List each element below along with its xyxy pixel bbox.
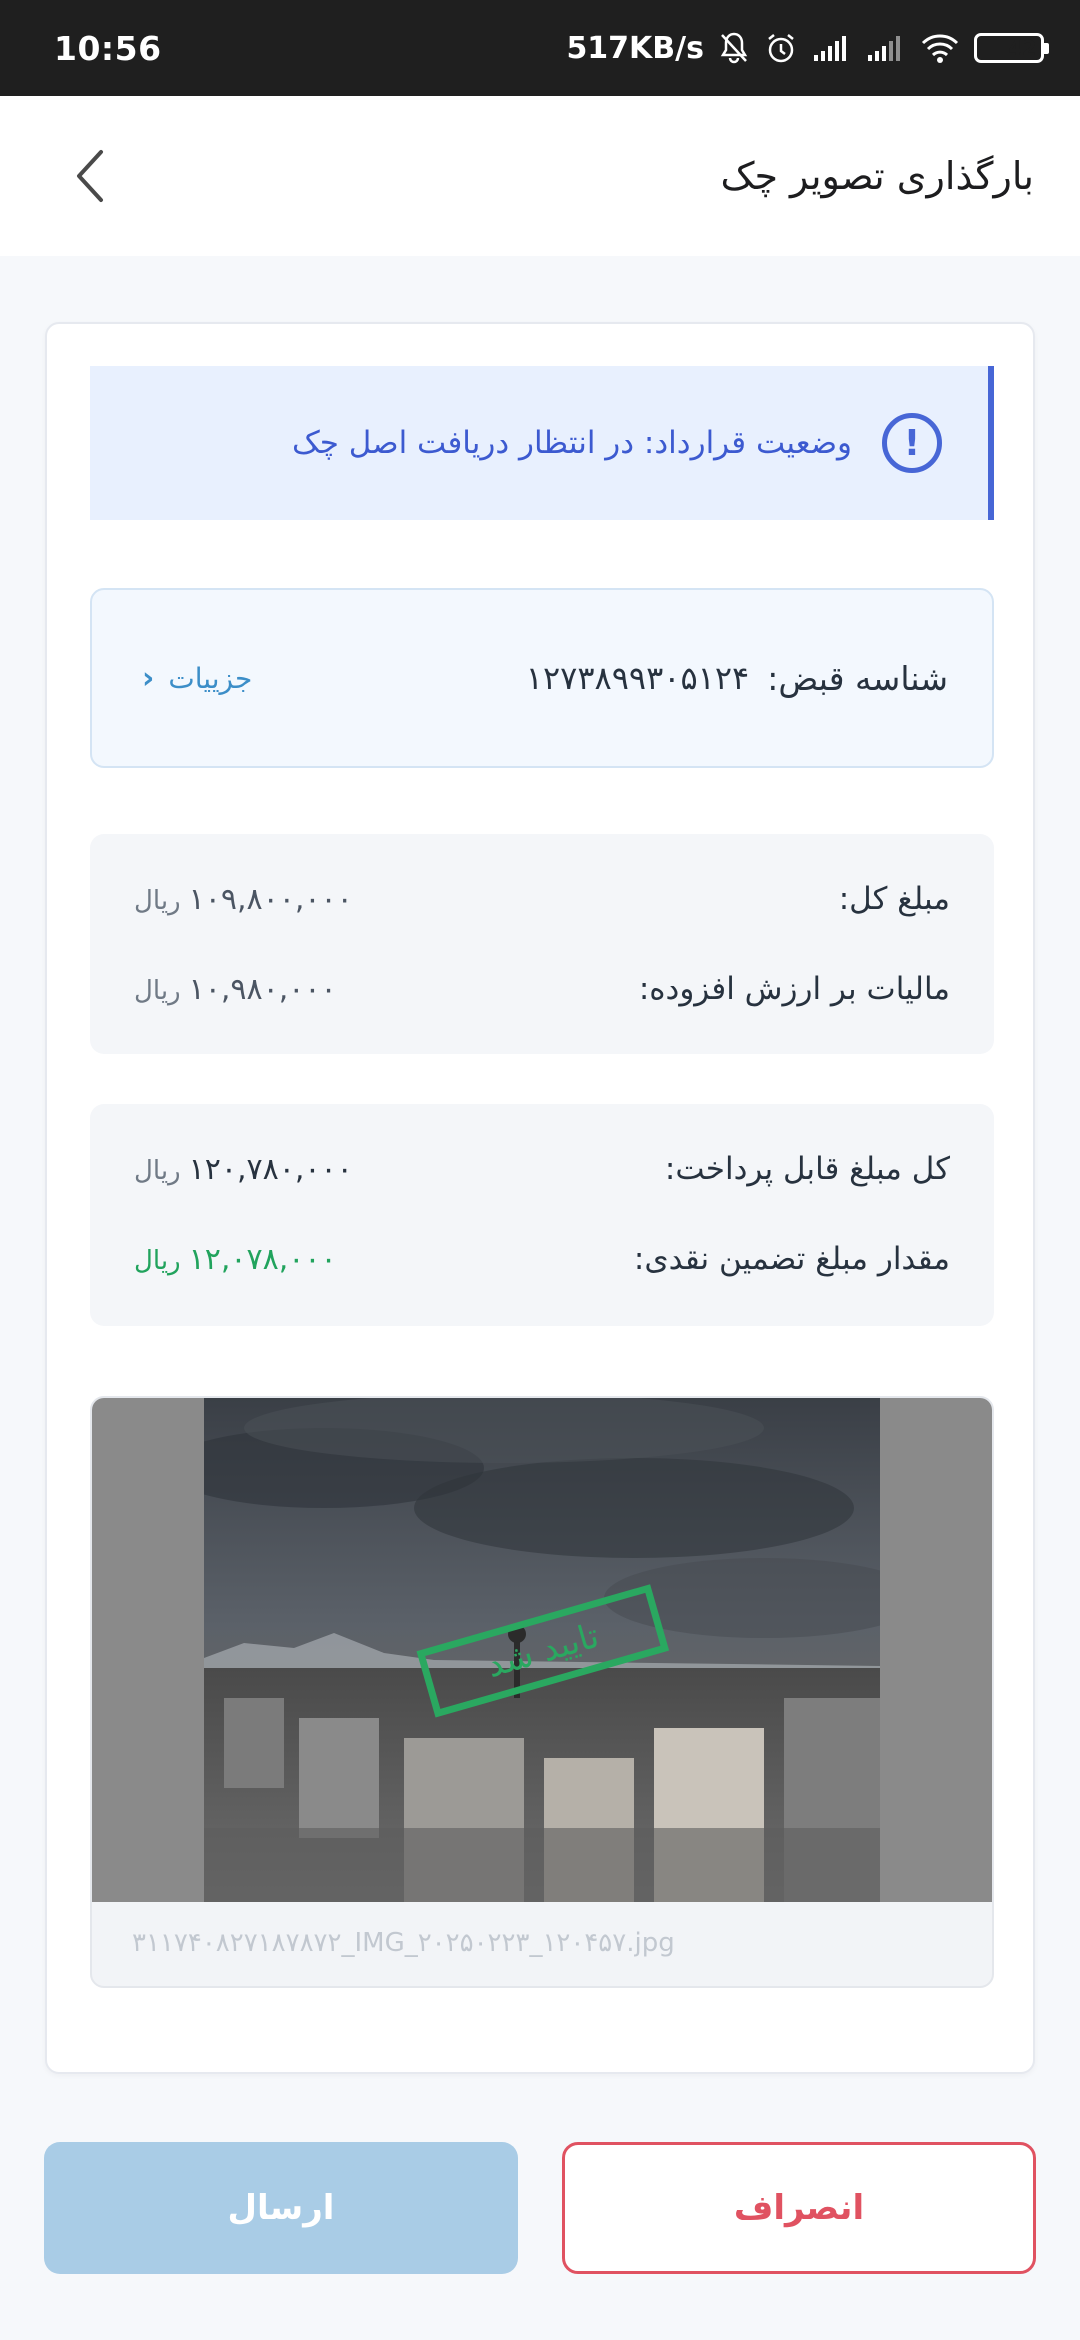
send-button[interactable]: ارسال (44, 2142, 518, 2274)
battery-icon: 42 (974, 33, 1049, 63)
signal-icon-2 (866, 33, 906, 63)
payable-row: ریال ۱۲۰,۷۸۰,۰۰۰ کل مبلغ قابل پرداخت: (134, 1124, 950, 1214)
check-image: تایید شد (204, 1398, 880, 1902)
details-link[interactable]: › جزییات (142, 661, 252, 696)
contract-status-text: وضعیت قرارداد: در انتظار دریافت اصل چک (292, 425, 852, 461)
payable-number: ۱۲۰,۷۸۰,۰۰۰ (188, 1151, 353, 1187)
currency-unit: ریال (134, 885, 181, 916)
currency-unit: ریال (134, 1155, 181, 1186)
details-label: جزییات (168, 661, 253, 695)
contract-status-banner: ! وضعیت قرارداد: در انتظار دریافت اصل چک (90, 366, 994, 520)
guarantee-label: مقدار مبلغ تضمین نقدی: (633, 1241, 950, 1277)
currency-unit: ریال (134, 1245, 181, 1276)
main-card: ! وضعیت قرارداد: در انتظار دریافت اصل چک… (45, 322, 1035, 2074)
signal-icon (812, 33, 852, 63)
payable-label: کل مبلغ قابل پرداخت: (664, 1151, 950, 1187)
payable-value: ریال ۱۲۰,۷۸۰,۰۰۰ (134, 1152, 353, 1187)
image-preview[interactable]: تایید شد (92, 1398, 992, 1902)
receipt-id-label: شناسه قبض: (767, 658, 948, 698)
guarantee-row: ریال ۱۲,۰۷۸,۰۰۰ مقدار مبلغ تضمین نقدی: (134, 1214, 950, 1304)
guarantee-value: ریال ۱۲,۰۷۸,۰۰۰ (134, 1242, 337, 1277)
summary-box: ریال ۱۰۹,۸۰۰,۰۰۰ مبلغ کل: ریال ۱۰,۹۸۰,۰۰… (90, 834, 994, 1054)
currency-unit: ریال (134, 975, 181, 1006)
total-amount-number: ۱۰۹,۸۰۰,۰۰۰ (188, 881, 353, 917)
alarm-icon (764, 31, 798, 65)
chevron-right-icon: › (142, 660, 155, 696)
app-header: بارگذاری تصویر چک (0, 96, 1080, 256)
receipt-id-box: › جزییات شناسه قبض: ۱۲۷۳۸۹۹۳۰۵۱۲۴ (90, 588, 994, 768)
uploaded-image-box: تایید شد ۳۱۱۷۴۰۸۲۷۱۸۷۸۷۲_IMG_۲۰۲۵۰۲۲۳_۱۲… (90, 1396, 994, 1988)
total-amount-value: ریال ۱۰۹,۸۰۰,۰۰۰ (134, 882, 353, 917)
chevron-left-icon (77, 150, 103, 202)
info-icon: ! (882, 413, 942, 473)
receipt-id: شناسه قبض: ۱۲۷۳۸۹۹۳۰۵۱۲۴ (526, 659, 948, 698)
file-name: ۳۱۱۷۴۰۸۲۷۱۸۷۸۷۲_IMG_۲۰۲۵۰۲۲۳_۱۲۰۴۵۷.jpg (132, 1928, 675, 1958)
payment-box: ریال ۱۲۰,۷۸۰,۰۰۰ کل مبلغ قابل پرداخت: ری… (90, 1104, 994, 1326)
cancel-button[interactable]: انصراف (562, 2142, 1036, 2274)
guarantee-number: ۱۲,۰۷۸,۰۰۰ (188, 1241, 337, 1277)
total-amount-row: ریال ۱۰۹,۸۰۰,۰۰۰ مبلغ کل: (134, 854, 950, 944)
network-speed: 517KB/s (566, 30, 704, 66)
back-button[interactable] (66, 146, 114, 206)
status-time: 10:56 (54, 28, 162, 68)
wifi-icon (920, 32, 960, 64)
battery-level: 42 (1008, 36, 1037, 60)
vat-row: ریال ۱۰,۹۸۰,۰۰۰ مالیات بر ارزش افزوده: (134, 944, 950, 1034)
page-title: بارگذاری تصویر چک (720, 154, 1034, 198)
total-amount-label: مبلغ کل: (838, 881, 950, 917)
status-bar: 10:56 517KB/s 42 (0, 0, 1080, 96)
receipt-id-value: ۱۲۷۳۸۹۹۳۰۵۱۲۴ (525, 659, 750, 697)
bell-off-icon (718, 31, 750, 65)
vat-value: ریال ۱۰,۹۸۰,۰۰۰ (134, 972, 337, 1007)
vat-number: ۱۰,۹۸۰,۰۰۰ (188, 971, 337, 1007)
status-icons: 517KB/s 42 (566, 30, 1049, 66)
vat-label: مالیات بر ارزش افزوده: (638, 971, 950, 1007)
